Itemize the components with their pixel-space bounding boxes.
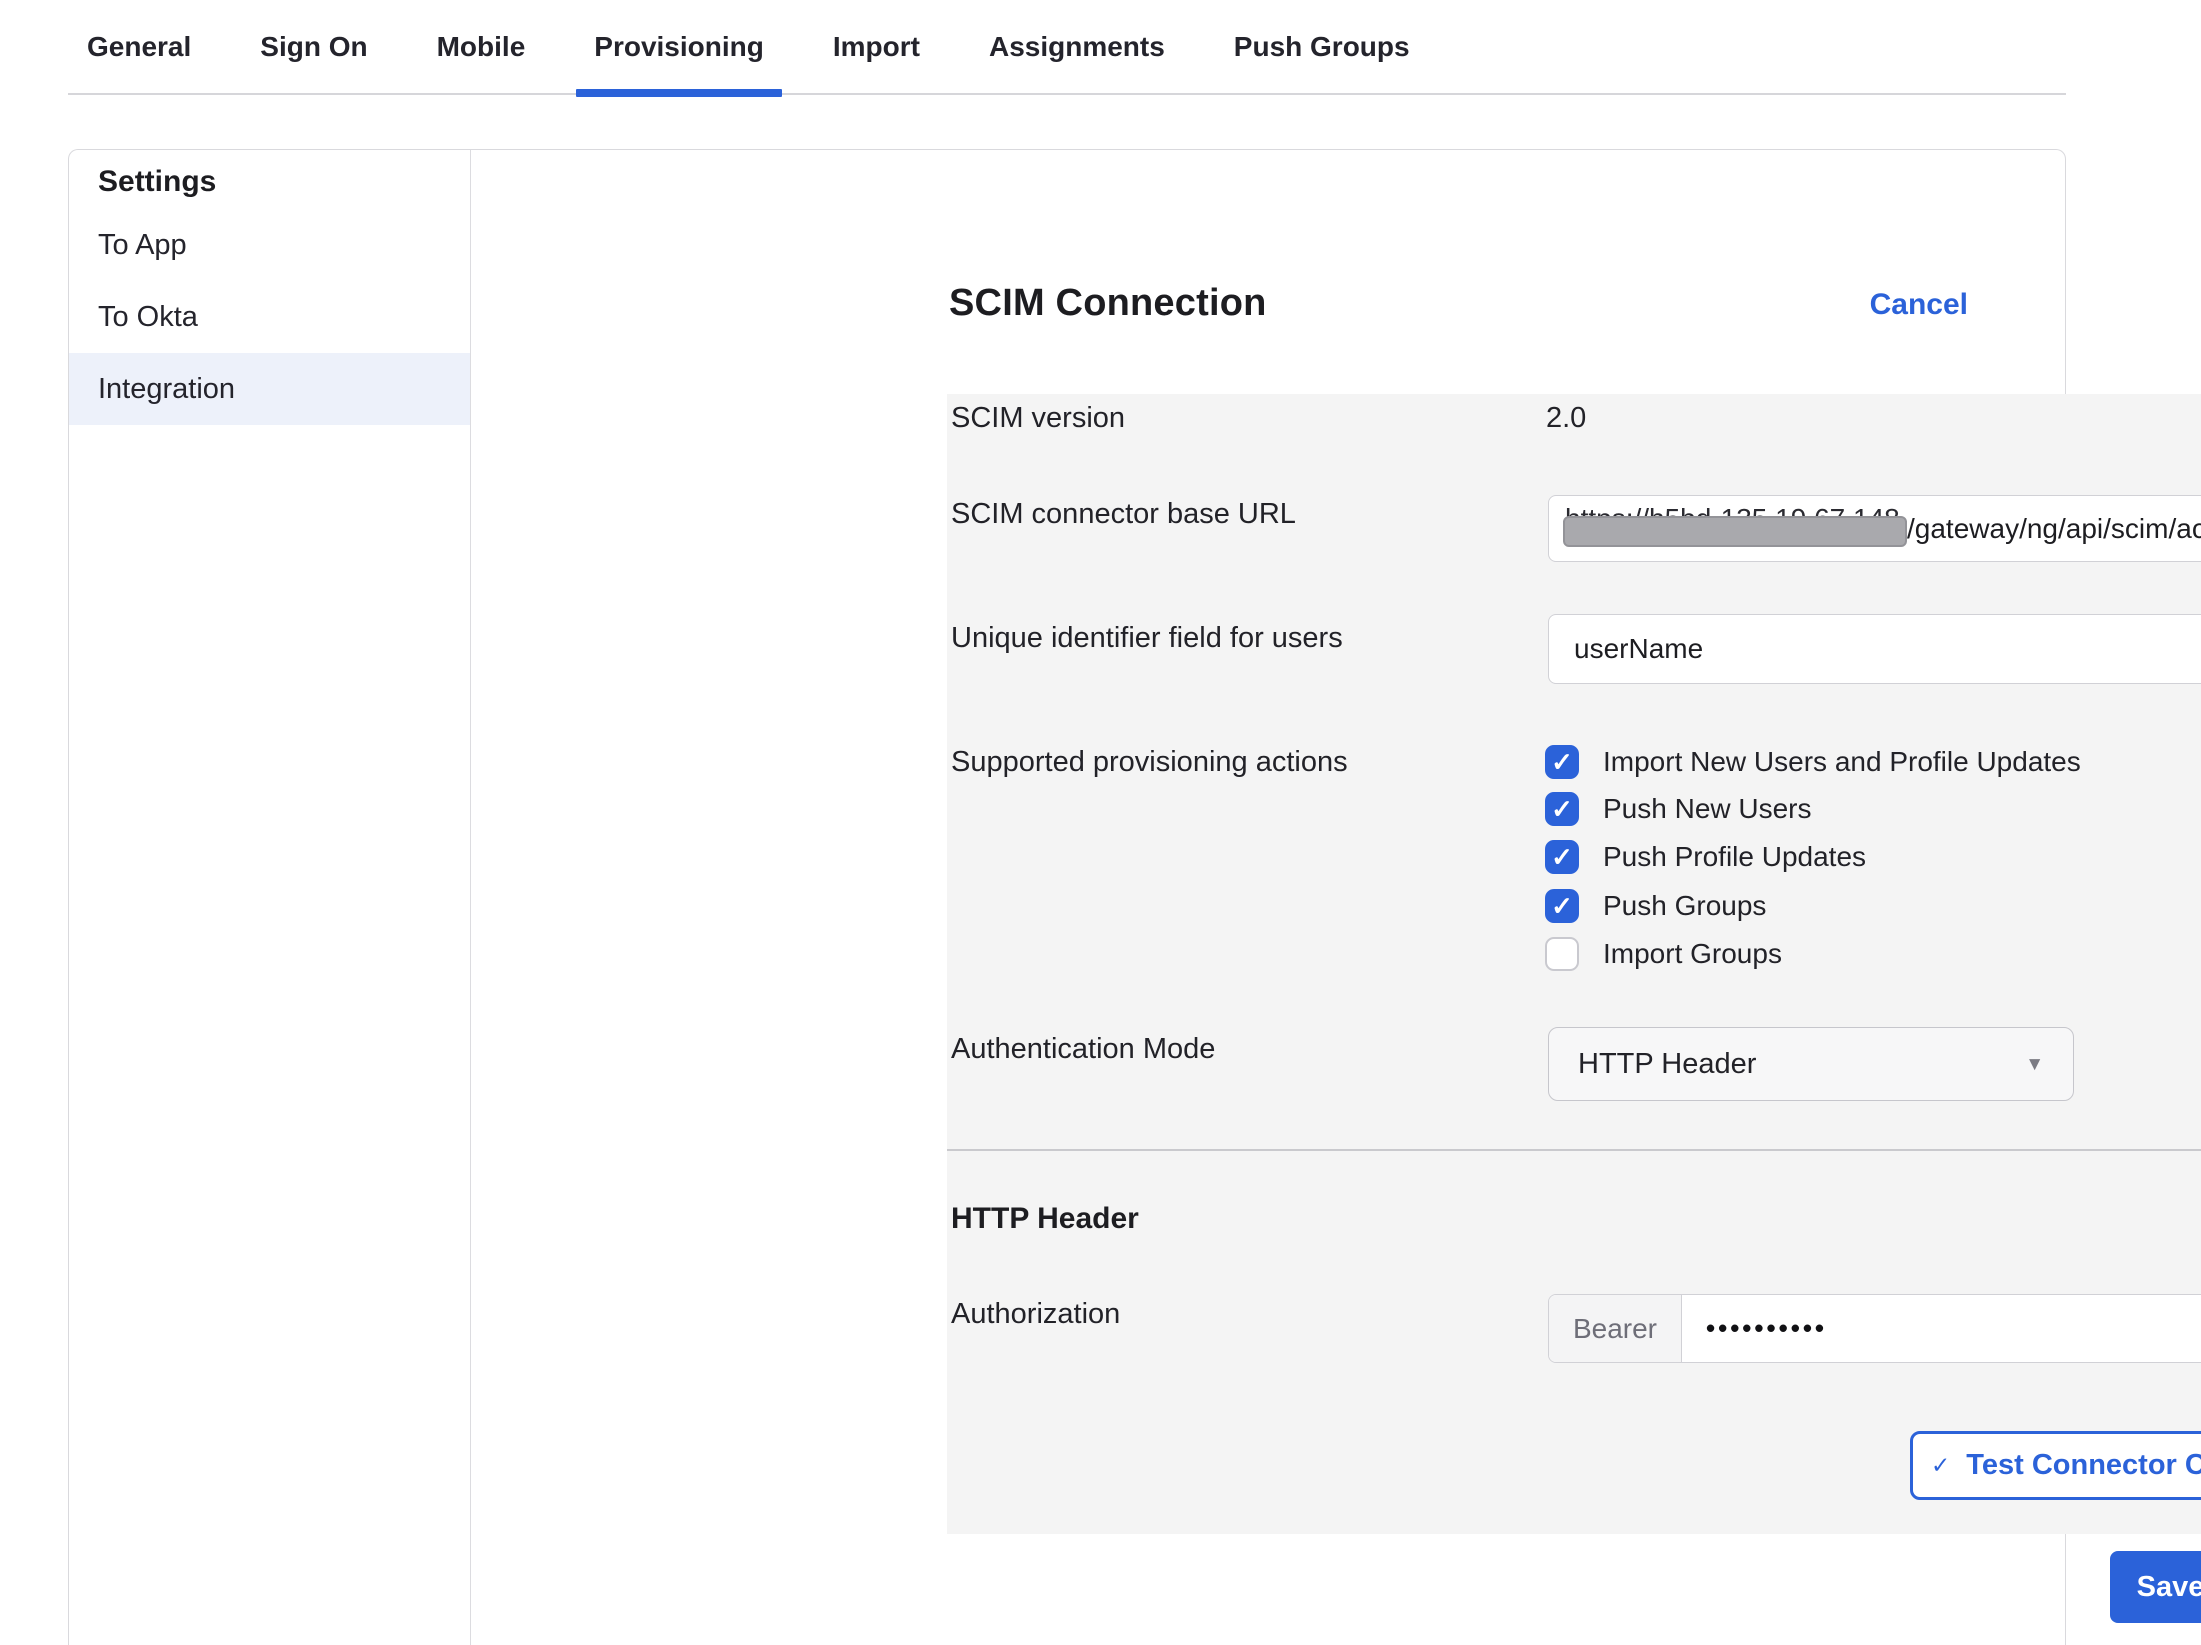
bearer-prefix: Bearer <box>1549 1295 1682 1362</box>
redaction-bar <box>1563 516 1907 547</box>
chevron-down-icon: ▼ <box>2025 1055 2044 1074</box>
authentication-mode-label: Authentication Mode <box>951 1031 1215 1067</box>
checkbox-label: Push Profile Updates <box>1603 841 1866 873</box>
checkbox-push-groups[interactable] <box>1545 889 1579 923</box>
tab-general[interactable]: General <box>87 0 191 93</box>
sidebar-title: Settings <box>69 160 470 204</box>
authentication-mode-value: HTTP Header <box>1578 1048 1756 1081</box>
tab-import[interactable]: Import <box>833 0 920 93</box>
checkbox-row-push-new-users: Push New Users <box>1545 792 1812 826</box>
sidebar-items: To App To Okta Integration <box>69 209 470 425</box>
save-button[interactable]: Save <box>2110 1551 2201 1623</box>
http-header-heading: HTTP Header <box>951 1202 1139 1236</box>
authorization-token-input[interactable]: •••••••••• <box>1682 1295 2201 1362</box>
test-connector-configuration-button[interactable]: ✓ Test Connector Configuration <box>1910 1431 2201 1500</box>
checkbox-label: Push New Users <box>1603 793 1812 825</box>
tab-push-groups[interactable]: Push Groups <box>1234 0 1410 93</box>
provisioning-card: Settings To App To Okta Integration SCIM… <box>68 149 2066 1645</box>
scim-version-label: SCIM version <box>951 400 1125 436</box>
checkbox-label: Push Groups <box>1603 890 1766 922</box>
authorization-input-group: Bearer •••••••••• <box>1548 1294 2201 1363</box>
tab-sign-on[interactable]: Sign On <box>260 0 367 93</box>
sidebar-item-integration[interactable]: Integration <box>69 353 470 425</box>
checkbox-row-push-profile-updates: Push Profile Updates <box>1545 840 1866 874</box>
authentication-mode-select[interactable]: HTTP Header ▼ <box>1548 1027 2074 1101</box>
sidebar-item-to-okta[interactable]: To Okta <box>69 281 470 353</box>
checkbox-row-import-groups: Import Groups <box>1545 937 1782 971</box>
checkbox-label: Import Groups <box>1603 938 1782 970</box>
authorization-label: Authorization <box>951 1296 1120 1332</box>
cancel-link-top[interactable]: Cancel <box>1870 288 1968 322</box>
integration-settings-panel: SCIM Connection Cancel SCIM version 2.0 … <box>472 150 2065 1645</box>
test-connector-configuration-label: Test Connector Configuration <box>1966 1449 2201 1482</box>
http-header-section: HTTP Header Authorization Bearer •••••••… <box>947 1149 2201 1534</box>
checkbox-import-groups[interactable] <box>1545 937 1579 971</box>
tab-assignments[interactable]: Assignments <box>989 0 1165 93</box>
checkbox-push-profile-updates[interactable] <box>1545 840 1579 874</box>
checkbox-import-new-users[interactable] <box>1545 745 1579 779</box>
scim-connector-base-url-input[interactable]: https://h5bd-135.19.67.148.ngrok.io /gat… <box>1548 495 2201 562</box>
checkbox-row-push-groups: Push Groups <box>1545 889 1766 923</box>
checkbox-label: Import New Users and Profile Updates <box>1603 746 2081 778</box>
checkbox-row-import-new-users: Import New Users and Profile Updates <box>1545 745 2081 779</box>
tab-mobile[interactable]: Mobile <box>437 0 526 93</box>
scim-connection-section: SCIM version 2.0 SCIM connector base URL… <box>947 394 2201 1149</box>
page-title: SCIM Connection <box>949 282 1267 325</box>
unique-identifier-value: userName <box>1574 633 1703 665</box>
app-tab-bar: General Sign On Mobile Provisioning Impo… <box>68 0 2066 95</box>
check-icon: ✓ <box>1931 1452 1950 1479</box>
redacted-url-region: https://h5bd-135.19.67.148.ngrok.io <box>1563 499 1907 559</box>
provisioning-actions-label: Supported provisioning actions <box>951 744 1348 780</box>
sidebar-item-to-app[interactable]: To App <box>69 209 470 281</box>
settings-sidebar: Settings To App To Okta Integration <box>69 150 471 1645</box>
tab-provisioning[interactable]: Provisioning <box>594 0 764 93</box>
checkbox-push-new-users[interactable] <box>1545 792 1579 826</box>
scim-version-value: 2.0 <box>1546 400 1586 436</box>
unique-identifier-input[interactable]: userName <box>1548 614 2201 684</box>
url-visible-tail: /gateway/ng/api/scim/acc <box>1907 513 2201 545</box>
unique-identifier-label: Unique identifier field for users <box>951 620 1343 656</box>
base-url-label: SCIM connector base URL <box>951 496 1296 532</box>
